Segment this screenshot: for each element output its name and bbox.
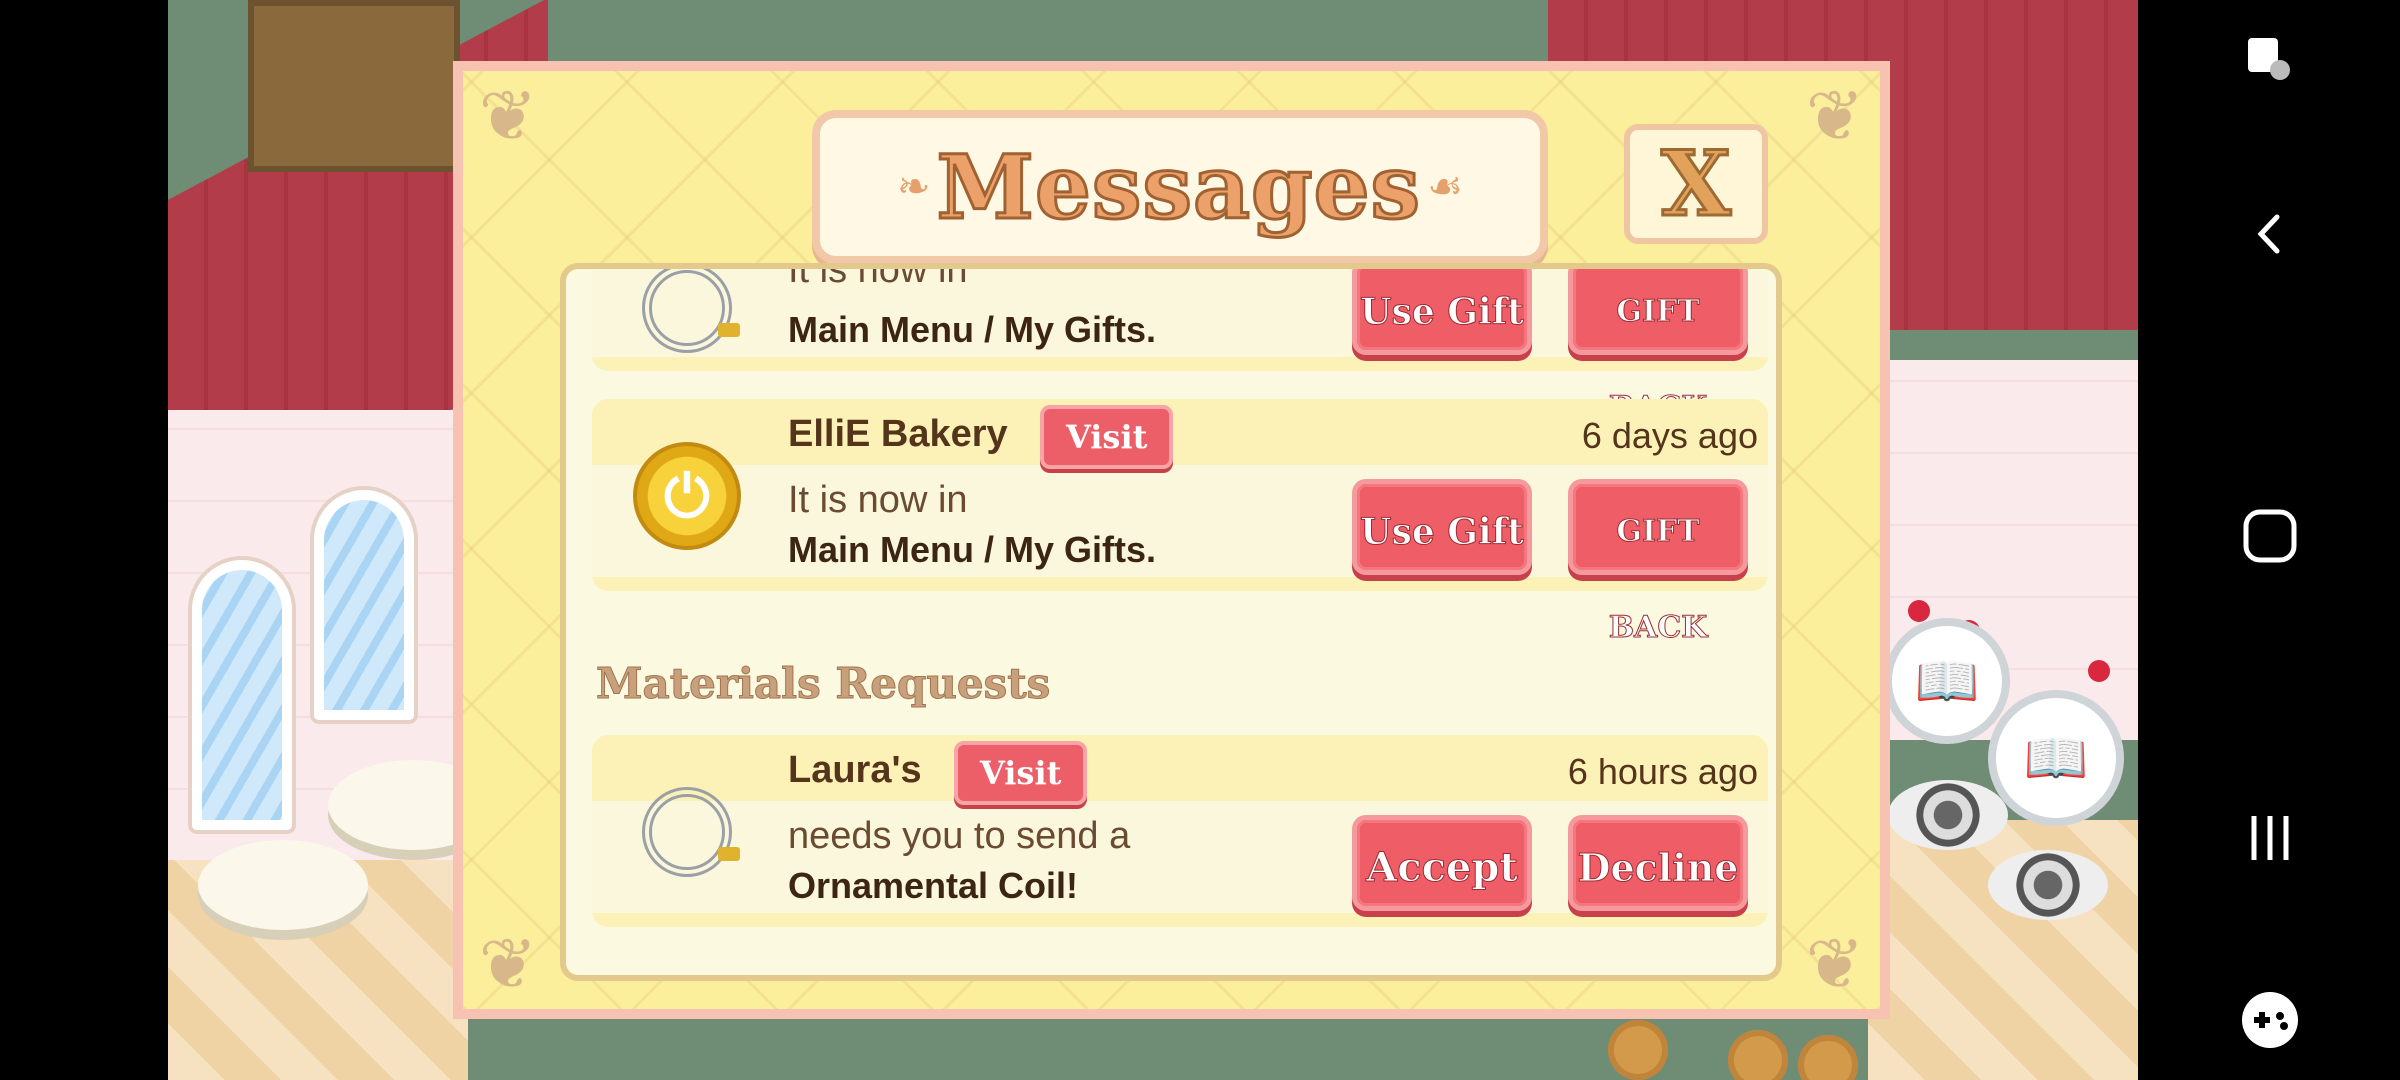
cookie-plate (1798, 1035, 1858, 1080)
corner-ornament-icon: ❦ (1805, 923, 1865, 1005)
back-icon[interactable] (2230, 194, 2310, 274)
sender-name: ElliE Bakery (788, 413, 1008, 455)
decline-button[interactable]: Decline (1568, 815, 1748, 911)
close-button[interactable]: X (1624, 124, 1768, 244)
corner-ornament-icon: ❦ (1805, 75, 1865, 157)
home-icon[interactable] (2230, 496, 2310, 576)
dialog-title-banner: ❧ Messages ☙ (812, 110, 1548, 264)
gift-back-button[interactable]: GIFT BACK (1568, 269, 1748, 426)
rose-decoration (1908, 600, 1930, 622)
flourish-icon: ☙ (1427, 164, 1463, 210)
visit-button[interactable]: Visit (1040, 405, 1174, 469)
rose-decoration (2088, 660, 2110, 682)
gold-coin-icon: ⏻ (632, 441, 742, 551)
recipe-book-icon[interactable]: 📖 (1884, 618, 2010, 744)
gift-message-line1: It is now in (788, 479, 968, 521)
dialog-title: Messages (935, 134, 1422, 241)
cable-coil-icon (632, 269, 742, 363)
material-request-row: Laura's Visit 6 hours ago needs you to s… (592, 735, 1768, 927)
gift-message-line1: It is now in (788, 263, 968, 291)
cookie-plate (1728, 1030, 1788, 1080)
messages-list[interactable]: It is now in Main Menu / My Gifts. Use G… (560, 263, 1782, 981)
produce-crate (248, 0, 460, 172)
recents-icon[interactable] (2230, 798, 2310, 878)
gift-back-button[interactable]: GIFT BACK (1568, 479, 1748, 646)
gift-message-line2: Main Menu / My Gifts. (788, 309, 1157, 350)
screen-pin-icon[interactable] (2230, 20, 2310, 100)
use-gift-button[interactable]: Use Gift (1352, 269, 1532, 355)
message-time: 6 hours ago (1567, 751, 1758, 792)
accept-button[interactable]: Accept (1352, 815, 1532, 911)
visit-button[interactable]: Visit (954, 741, 1088, 805)
corner-ornament-icon: ❦ (478, 75, 538, 157)
flourish-icon: ❧ (897, 164, 931, 210)
window-left-1 (192, 560, 292, 830)
message-time: 6 days ago (1581, 415, 1758, 456)
game-tools-icon[interactable] (2230, 980, 2310, 1060)
use-gift-button[interactable]: Use Gift (1352, 479, 1532, 575)
sender-name: Laura's (788, 749, 922, 791)
tile-floor-bottom-right (1868, 820, 2138, 1080)
materials-requests-heading: Materials Requests (595, 659, 1051, 709)
cookie-plate (1608, 1020, 1668, 1080)
corner-ornament-icon: ❦ (478, 923, 538, 1005)
gift-message-row: ⏻ ElliE Bakery Visit 6 days ago It is no… (592, 399, 1768, 646)
request-message-line1: needs you to send a (788, 815, 1131, 857)
window-left-2 (314, 490, 414, 720)
gift-message-row: It is now in Main Menu / My Gifts. Use G… (592, 263, 1768, 426)
ornamental-coil-icon (632, 777, 742, 887)
stove-burner (1888, 780, 2008, 850)
android-nav-bar (2138, 0, 2400, 1080)
cafe-table-1 (198, 840, 368, 930)
gift-message-line2: Main Menu / My Gifts. (788, 529, 1157, 570)
request-message-line2: Ornamental Coil! (788, 865, 1079, 906)
recipe-book-icon[interactable]: 📖 (1988, 690, 2124, 826)
stove-burner (1988, 850, 2108, 920)
